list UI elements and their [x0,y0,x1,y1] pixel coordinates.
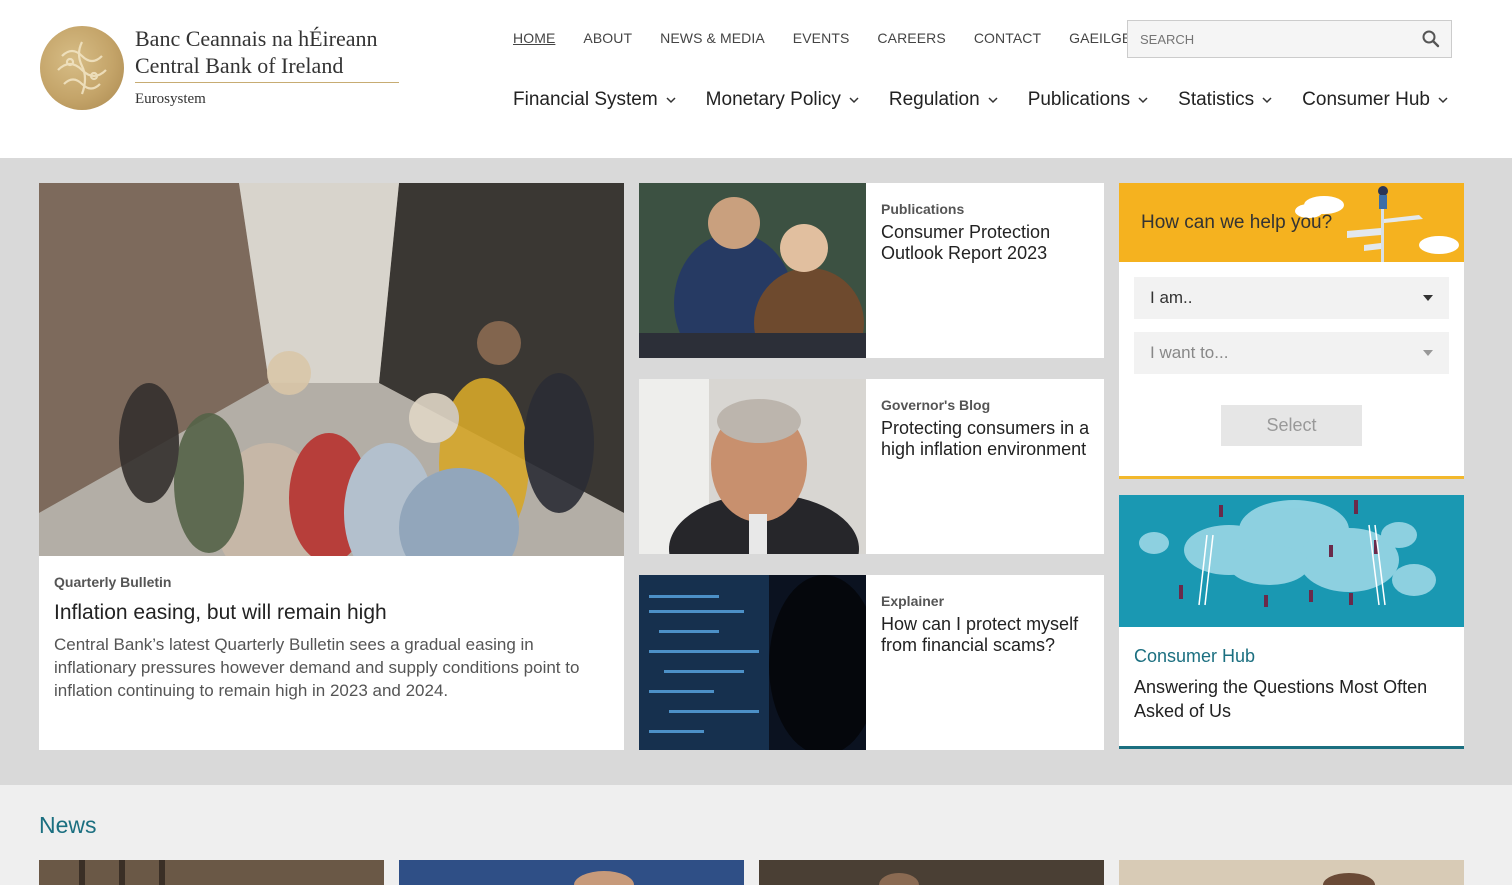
card-category: Publications [881,201,965,217]
news-section: News [0,785,1512,885]
iwantto-select[interactable]: I want to... [1134,332,1449,374]
topnav-news-media[interactable]: NEWS & MEDIA [660,30,765,48]
nav-statistics[interactable]: Statistics [1178,87,1272,113]
brand-english-name: Central Bank of Ireland [135,53,344,78]
news-thumb[interactable] [1119,860,1464,885]
brand-eurosystem: Eurosystem [135,91,206,107]
card-category: Explainer [881,593,945,609]
nav-label: Consumer Hub [1302,89,1430,110]
news-thumb[interactable] [399,860,744,885]
select-button[interactable]: Select [1221,405,1362,446]
search-icon[interactable] [1421,29,1441,49]
hub-image-speech-bubbles [1119,495,1464,627]
site-header: Banc Ceannais na hÉireann Central Bank o… [0,0,1512,158]
feature-description: Central Bank’s latest Quarterly Bulletin… [54,635,580,700]
feature-card[interactable]: Quarterly Bulletin Inflation easing, but… [39,183,624,750]
topnav-events[interactable]: EVENTS [793,30,850,48]
iwantto-select-value: I want to... [1150,343,1229,362]
hub-title[interactable]: Answering the Questions Most Often Asked… [1134,675,1454,723]
chevron-down-icon [849,97,859,104]
topnav-careers[interactable]: CAREERS [877,30,945,48]
search-input[interactable] [1128,21,1418,57]
search-box [1127,20,1452,58]
help-title: How can we help you? [1141,212,1333,233]
feature-title[interactable]: Inflation easing, but will remain high [54,601,387,625]
card-category: Governor's Blog [881,397,991,413]
nav-label: Statistics [1178,89,1255,110]
card-governors-blog[interactable]: Governor's Blog Protecting consumers in … [639,379,1104,554]
iam-select[interactable]: I am.. [1134,277,1449,319]
caret-down-icon [1423,350,1433,356]
card-image-governor [639,379,866,554]
news-thumb[interactable] [759,860,1104,885]
nav-label: Regulation [888,89,980,110]
topnav-about[interactable]: ABOUT [583,30,632,48]
chevron-down-icon [988,97,998,104]
nav-label: Publications [1027,89,1131,110]
topnav-gaeilge[interactable]: GAEILGE [1069,30,1131,48]
main-nav: Financial System Monetary Policy Regulat… [513,87,1478,113]
card-image-screen-code [639,575,866,750]
chevron-down-icon [1138,97,1148,104]
news-thumb[interactable] [39,860,384,885]
card-title[interactable]: How can I protect myself from financial … [881,614,1096,656]
nav-label: Financial System [513,89,658,110]
nav-consumer-hub[interactable]: Consumer Hub [1302,87,1448,113]
nav-regulation[interactable]: Regulation [889,87,998,113]
card-explainer-scams[interactable]: Explainer How can I protect myself from … [639,575,1104,750]
card-title[interactable]: Protecting consumers in a high inflation… [881,418,1096,460]
card-image-meeting [639,183,866,358]
iam-select-value: I am.. [1150,288,1193,307]
news-heading: News [39,812,97,838]
card-title[interactable]: Consumer Protection Outlook Report 2023 [881,222,1096,264]
utility-nav: HOME ABOUT NEWS & MEDIA EVENTS CAREERS C… [513,30,1159,48]
feature-image-street-crowd [39,183,624,556]
harp-seal-icon [40,26,124,110]
chevron-down-icon [666,97,676,104]
nav-publications[interactable]: Publications [1028,87,1148,113]
brand-irish-name: Banc Ceannais na hÉireann [135,26,378,51]
nav-label: Monetary Policy [705,89,841,110]
help-header: How can we help you? [1119,183,1464,262]
hub-category: Consumer Hub [1134,646,1256,666]
topnav-home[interactable]: HOME [513,30,555,48]
chevron-down-icon [1262,97,1272,104]
consumer-hub-card[interactable]: Consumer Hub Answering the Questions Mos… [1119,495,1464,749]
logo[interactable]: Banc Ceannais na hÉireann Central Bank o… [40,26,400,112]
nav-financial-system[interactable]: Financial System [513,87,676,113]
logo-divider [135,82,399,83]
topnav-contact[interactable]: CONTACT [974,30,1041,48]
chevron-down-icon [1438,97,1448,104]
caret-down-icon [1423,295,1433,301]
feature-category: Quarterly Bulletin [54,574,172,590]
nav-monetary-policy[interactable]: Monetary Policy [706,87,859,113]
card-consumer-protection[interactable]: Publications Consumer Protection Outlook… [639,183,1104,358]
help-widget: How can we help you? I am.. I want to...… [1119,183,1464,479]
